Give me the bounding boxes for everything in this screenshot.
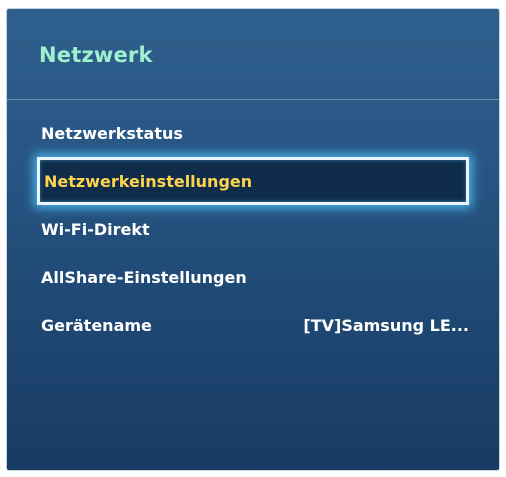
device-name-value: [TV]Samsung LE...	[303, 315, 469, 335]
menu-item-netzwerkeinstellungen[interactable]: Netzwerkeinstellungen	[37, 157, 469, 205]
menu-item-label: AllShare-Einstellungen	[41, 267, 247, 287]
menu-item-label: Netzwerkeinstellungen	[44, 171, 253, 191]
menu-item-label: Gerätename	[41, 315, 152, 335]
menu-item-label: Wi-Fi-Direkt	[41, 219, 150, 239]
menu-item-allshare-einstellungen[interactable]: AllShare-Einstellungen	[7, 253, 499, 301]
menu-item-label: Netzwerkstatus	[41, 123, 183, 143]
title-divider	[7, 99, 499, 100]
menu-item-netzwerkstatus[interactable]: Netzwerkstatus	[7, 109, 499, 157]
menu-title: Netzwerk	[39, 43, 153, 67]
menu-list: Netzwerkstatus Netzwerkeinstellungen Wi-…	[7, 109, 499, 349]
network-menu-panel: Netzwerk Netzwerkstatus Netzwerkeinstell…	[6, 8, 500, 471]
menu-item-wifi-direkt[interactable]: Wi-Fi-Direkt	[7, 205, 499, 253]
menu-item-geraetename[interactable]: Gerätename [TV]Samsung LE...	[7, 301, 499, 349]
